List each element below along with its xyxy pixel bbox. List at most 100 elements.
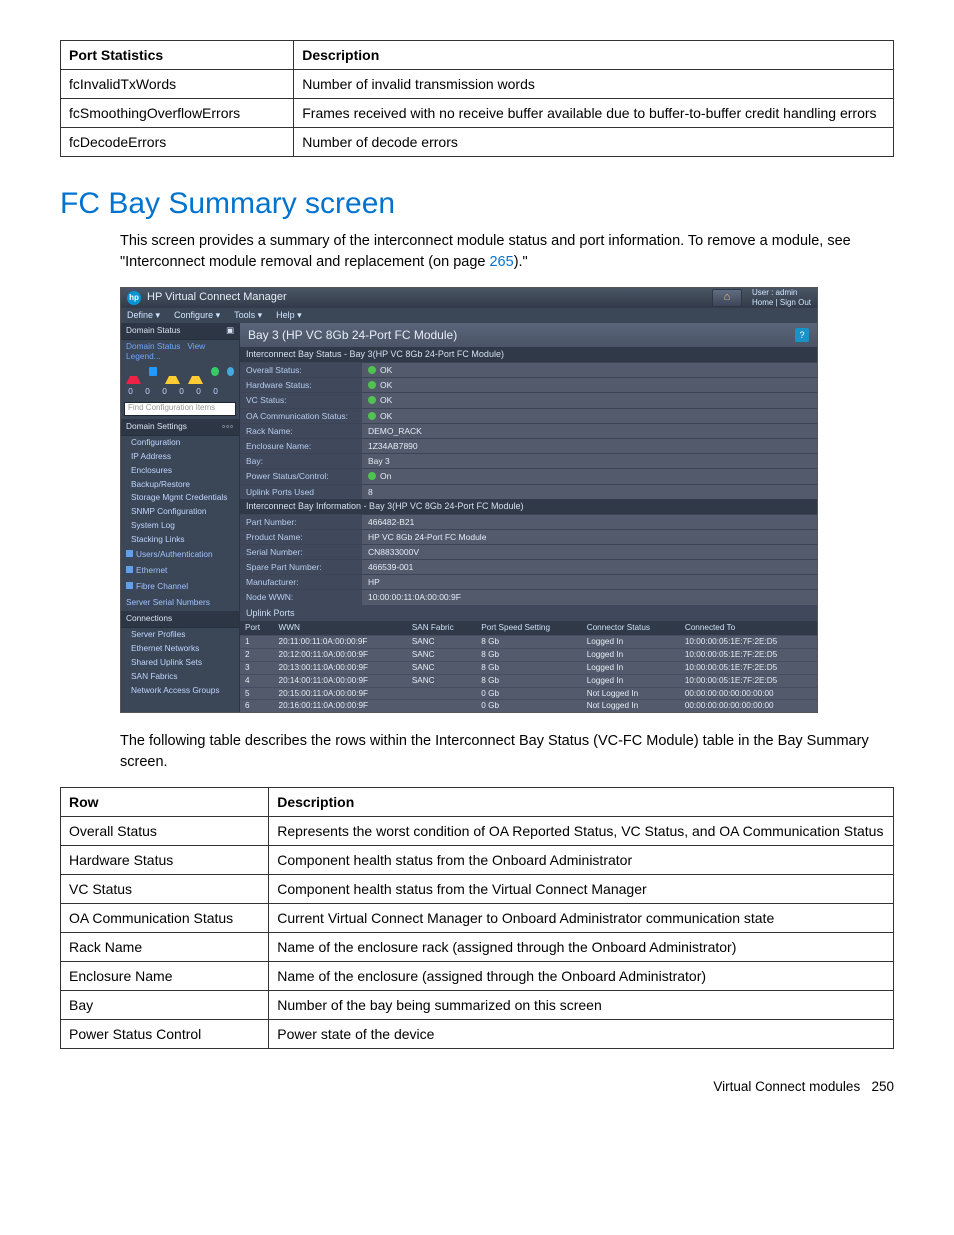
- table-cell: Overall Status: [61, 817, 269, 846]
- table-cell: Represents the worst condition of OA Rep…: [269, 817, 894, 846]
- expand-icon[interactable]: [126, 582, 133, 589]
- table-cell: Not Logged In: [582, 700, 680, 712]
- ok-status-icon: [368, 381, 376, 389]
- tree-controls-icon[interactable]: ▫▫▫: [222, 422, 234, 432]
- table-cell: VC Status: [61, 875, 269, 904]
- intro-paragraph: This screen provides a summary of the in…: [60, 231, 894, 273]
- main-content: Bay 3 (HP VC 8Gb 24-Port FC Module) ? In…: [240, 323, 817, 713]
- table-row[interactable]: 120:11:00:11:0A:00:00:9FSANC8 GbLogged I…: [240, 636, 817, 649]
- field-label: Bay:: [240, 454, 362, 468]
- sidebar-item[interactable]: SNMP Configuration: [121, 505, 239, 519]
- table-cell: OA Communication Status: [61, 904, 269, 933]
- table-row[interactable]: 520:15:00:11:0A:00:00:9F0 GbNot Logged I…: [240, 687, 817, 700]
- table-cell: Enclosure Name: [61, 962, 269, 991]
- sidebar-item[interactable]: System Log: [121, 519, 239, 533]
- expand-icon[interactable]: [126, 550, 133, 557]
- connections-header: Connections: [121, 611, 239, 628]
- sidebar-item[interactable]: SAN Fabrics: [121, 670, 239, 684]
- table-cell: SANC: [407, 661, 476, 674]
- table-cell: Logged In: [582, 661, 680, 674]
- table-cell: fcInvalidTxWords: [61, 70, 294, 99]
- field-label: Enclosure Name:: [240, 439, 362, 453]
- collapse-icon[interactable]: ▣: [226, 326, 234, 336]
- column-header[interactable]: Port: [240, 621, 274, 635]
- sidebar-item[interactable]: IP Address: [121, 450, 239, 464]
- table-cell: 20:13:00:11:0A:00:00:9F: [274, 661, 407, 674]
- table-cell: 4: [240, 674, 274, 687]
- table-cell: 20:15:00:11:0A:00:00:9F: [274, 687, 407, 700]
- page-link[interactable]: 265: [489, 254, 513, 270]
- sidebar-item[interactable]: Server Profiles: [121, 628, 239, 642]
- sidebar-item[interactable]: Network Access Groups: [121, 684, 239, 698]
- field-value: 8: [362, 485, 817, 499]
- sidebar-item[interactable]: Configuration: [121, 436, 239, 450]
- table-cell: 00:00:00:00:00:00:00:00: [680, 687, 817, 700]
- sidebar-item[interactable]: Users/Authentication: [121, 547, 239, 563]
- field-value: 1Z34AB7890: [362, 439, 817, 453]
- table-row[interactable]: 620:16:00:11:0A:00:00:9F 0 GbNot Logged I…: [240, 700, 817, 712]
- uplink-ports-header: Uplink Ports: [240, 605, 817, 622]
- field-value: OK: [362, 363, 817, 377]
- home-icon[interactable]: ⌂: [712, 289, 742, 307]
- col-header: Port Statistics: [61, 41, 294, 70]
- row-description-table: Row Description Overall StatusRepresents…: [60, 787, 894, 1049]
- help-icon[interactable]: ?: [795, 328, 809, 342]
- field-value: Bay 3: [362, 454, 817, 468]
- column-header[interactable]: WWN: [274, 621, 407, 635]
- column-header[interactable]: Port Speed Setting: [476, 621, 581, 635]
- table-cell: 10:00:00:05:1E:7F:2E:D5: [680, 649, 817, 662]
- col-header: Description: [294, 41, 894, 70]
- page-title: Bay 3 (HP VC 8Gb 24-Port FC Module): [248, 328, 457, 342]
- sidebar-item[interactable]: Enclosures: [121, 464, 239, 478]
- column-header[interactable]: SAN Fabric: [407, 621, 476, 635]
- field-value: HP VC 8Gb 24-Port FC Module: [362, 530, 817, 544]
- table-row[interactable]: 320:13:00:11:0A:00:00:9FSANC8 GbLogged I…: [240, 661, 817, 674]
- sidebar: Domain Status ▣ Domain Status View Legen…: [121, 323, 240, 713]
- search-input[interactable]: Find Configuration Items: [124, 402, 236, 416]
- field-value: 10:00:00:11:0A:00:00:9F: [362, 590, 817, 604]
- ok-status-icon: [368, 472, 376, 480]
- sidebar-item[interactable]: Backup/Restore: [121, 478, 239, 492]
- sidebar-item[interactable]: Ethernet Networks: [121, 642, 239, 656]
- sidebar-item[interactable]: Server Serial Numbers: [121, 595, 239, 611]
- table-cell: SANC: [407, 674, 476, 687]
- column-header[interactable]: Connector Status: [582, 621, 680, 635]
- embedded-screenshot: hp HP Virtual Connect Manager ⌂ User : a…: [120, 287, 818, 713]
- intro-text-2: ).": [514, 254, 528, 270]
- table-row[interactable]: 420:14:00:11:0A:00:00:9FSANC8 GbLogged I…: [240, 674, 817, 687]
- sidebar-item[interactable]: Storage Mgmt Credentials: [121, 491, 239, 505]
- status-warning-icon: [165, 367, 180, 384]
- domain-status-link[interactable]: Domain Status: [126, 341, 180, 351]
- table-cell: Not Logged In: [582, 687, 680, 700]
- table-cell: Frames received with no receive buffer a…: [294, 99, 894, 128]
- column-header[interactable]: Connected To: [680, 621, 817, 635]
- expand-icon[interactable]: [126, 566, 133, 573]
- table-cell: [407, 687, 476, 700]
- table-cell: 0 Gb: [476, 700, 581, 712]
- menu-item[interactable]: Help ▾: [276, 310, 302, 321]
- menu-item[interactable]: Tools ▾: [234, 310, 262, 321]
- table-cell: SANC: [407, 636, 476, 649]
- field-value: OK: [362, 393, 817, 407]
- sidebar-item[interactable]: Shared Uplink Sets: [121, 656, 239, 670]
- field-label: Uplink Ports Used: [240, 485, 362, 499]
- menu-item[interactable]: Configure ▾: [174, 310, 220, 321]
- table-cell: 6: [240, 700, 274, 712]
- sidebar-item[interactable]: Stacking Links: [121, 533, 239, 547]
- col-header: Description: [269, 788, 894, 817]
- table-cell: 10:00:00:05:1E:7F:2E:D5: [680, 661, 817, 674]
- menu-item[interactable]: Define ▾: [127, 310, 160, 321]
- table-row[interactable]: 220:12:00:11:0A:00:00:9FSANC8 GbLogged I…: [240, 649, 817, 662]
- status-count: 0: [194, 387, 203, 396]
- sidebar-item[interactable]: Ethernet: [121, 563, 239, 579]
- table-cell: Number of invalid transmission words: [294, 70, 894, 99]
- table-cell: 1: [240, 636, 274, 649]
- sidebar-item[interactable]: Fibre Channel: [121, 579, 239, 595]
- status-icon-row: [121, 364, 239, 387]
- table-cell: 0 Gb: [476, 687, 581, 700]
- field-value: On: [362, 469, 817, 483]
- table-cell: Bay: [61, 991, 269, 1020]
- table-cell: 20:16:00:11:0A:00:00:9F: [274, 700, 407, 712]
- field-value: HP: [362, 575, 817, 589]
- field-label: OA Communication Status:: [240, 409, 362, 423]
